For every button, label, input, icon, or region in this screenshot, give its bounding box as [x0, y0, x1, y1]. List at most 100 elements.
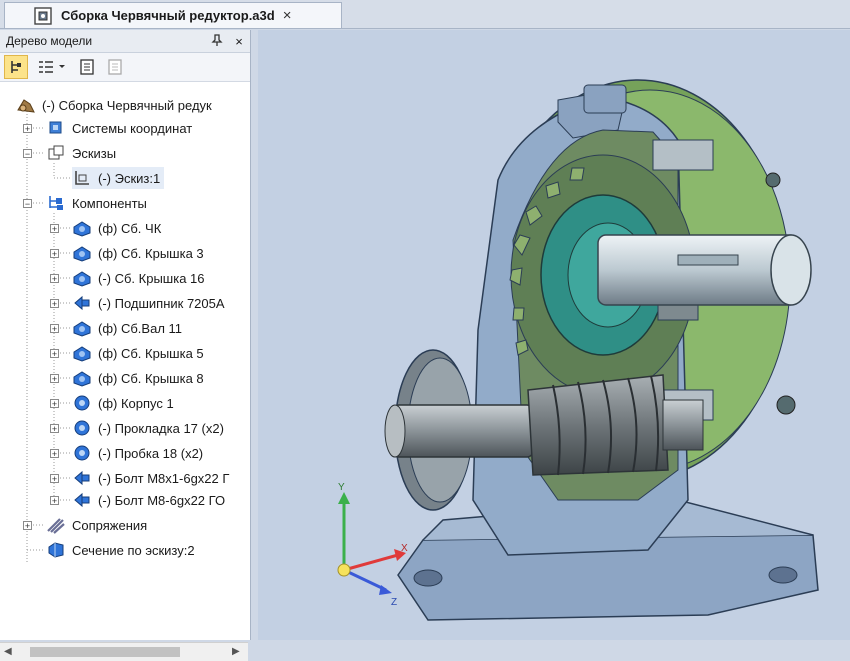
tree-item-label: (-) Подшипник 7205А — [98, 295, 225, 311]
3d-viewport[interactable]: Y X Z — [258, 30, 850, 640]
part-icon — [74, 445, 90, 461]
subassembly-icon — [73, 371, 91, 387]
list-view-icon — [39, 61, 65, 73]
properties-button[interactable] — [104, 55, 126, 79]
sketch-icon — [75, 171, 89, 185]
close-tab-icon[interactable]: × — [283, 7, 292, 24]
tree-item-component[interactable]: (-) Подшипник 7205А — [72, 292, 225, 314]
tree-item-label: (-) Сб. Крышка 16 — [98, 270, 205, 286]
expand-icon[interactable]: + — [50, 249, 59, 259]
scroll-right-icon[interactable]: ▶ — [232, 646, 240, 657]
model-tree: (-) Сборка Червячный редук + Системы коо… — [0, 90, 248, 610]
expand-icon[interactable]: + — [50, 324, 59, 334]
tree-item-component[interactable]: (ф) Сб. Крышка 8 — [72, 367, 204, 389]
tree-item-coordinate-systems[interactable]: Системы координат — [46, 117, 192, 139]
expand-icon[interactable]: + — [50, 374, 59, 384]
tree-item-component[interactable]: (-) Болт М8-6gx22 ГО — [72, 489, 225, 511]
subassembly-icon — [73, 271, 91, 287]
expand-icon[interactable]: + — [23, 521, 32, 531]
scroll-left-icon[interactable]: ◀ — [4, 646, 12, 657]
tree-item-label: Компоненты — [72, 195, 147, 211]
collapse-icon[interactable]: − — [23, 149, 32, 159]
horizontal-scrollbar[interactable]: ◀ ▶ — [0, 642, 248, 661]
tree-item-label: (-) Пробка 18 (x2) — [98, 445, 204, 461]
expand-icon[interactable]: + — [50, 449, 59, 459]
tree-item-label: Эскизы — [72, 145, 117, 161]
tree-item-label: (-) Эскиз:1 — [98, 170, 161, 186]
triad-x-label: X — [401, 543, 408, 554]
tree-structure-button[interactable] — [4, 55, 28, 79]
tree-item-component[interactable]: (ф) Сб. Крышка 3 — [72, 242, 204, 264]
expand-icon[interactable]: + — [50, 474, 59, 484]
tree-item-sketch-1[interactable]: (-) Эскиз:1 — [72, 167, 165, 189]
triad-z-label: Z — [391, 597, 397, 608]
tree-item-label: Системы координат — [72, 120, 193, 136]
expand-icon[interactable]: + — [50, 496, 59, 506]
tree-item-label: (ф) Сб. ЧК — [98, 220, 162, 236]
worm-gearbox-model: Y X Z — [337, 79, 819, 621]
document-tab[interactable]: Сборка Червячный редуктор.a3d × — [4, 2, 342, 28]
coordinate-systems-icon — [49, 121, 62, 134]
tree-item-label: (-) Прокладка 17 (x2) — [98, 420, 224, 436]
expand-icon[interactable]: + — [50, 349, 59, 359]
tree-item-component[interactable]: (ф) Сб. Крышка 5 — [72, 342, 204, 364]
subassembly-icon — [73, 221, 91, 237]
expand-icon[interactable]: + — [50, 224, 59, 234]
standard-part-icon — [74, 295, 90, 311]
tree-item-label: (ф) Сб. Крышка 3 — [98, 245, 204, 261]
tree-item-label: (-) Болт М8x1-6gx22 Г — [98, 470, 230, 486]
coordinate-triad: Y X Z — [337, 482, 408, 608]
assembly-document-icon — [34, 6, 52, 25]
tree-item-label: Сечение по эскизу:2 — [72, 542, 195, 558]
expand-icon[interactable]: + — [50, 399, 59, 409]
tree-item-component[interactable]: (-) Прокладка 17 (x2) — [72, 417, 224, 439]
expand-icon[interactable]: + — [50, 274, 59, 284]
close-panel-icon[interactable]: × — [228, 34, 250, 49]
tree-item-component[interactable]: (ф) Сб.Вал 11 — [72, 317, 182, 339]
part-icon — [74, 420, 90, 436]
tree-item-label: Сопряжения — [72, 517, 148, 533]
save-tree-button[interactable] — [76, 55, 98, 79]
section-icon — [48, 542, 64, 558]
tree-item-label: (ф) Сб. Крышка 5 — [98, 345, 204, 361]
tree-item-component[interactable]: (-) Болт М8x1-6gx22 Г — [72, 467, 229, 489]
subassembly-icon — [73, 346, 91, 362]
disabled-document-icon — [108, 59, 122, 75]
tree-item-label: (ф) Корпус 1 — [98, 395, 174, 411]
triad-y-label: Y — [338, 482, 345, 493]
document-tab-bar: Сборка Червячный редуктор.a3d × — [0, 0, 850, 29]
tree-item-label: (ф) Сб. Крышка 8 — [98, 370, 204, 386]
panel-header: Дерево модели × — [0, 30, 250, 53]
standard-part-icon — [74, 492, 90, 508]
expand-icon[interactable]: + — [50, 299, 59, 309]
tree-item-component[interactable]: (ф) Корпус 1 — [72, 392, 174, 414]
tree-item-root-assembly[interactable]: (-) Сборка Червячный редук — [16, 94, 212, 116]
sketches-icon — [48, 145, 64, 160]
part-icon — [74, 395, 90, 411]
tree-item-component[interactable]: (-) Пробка 18 (x2) — [72, 442, 203, 464]
panel-title: Дерево модели — [6, 34, 93, 48]
tree-item-section[interactable]: Сечение по эскизу:2 — [46, 539, 195, 561]
expand-icon[interactable]: + — [23, 124, 32, 134]
tree-item-mates[interactable]: Сопряжения — [46, 514, 147, 536]
display-mode-dropdown[interactable] — [34, 55, 70, 79]
tree-item-label: (-) Болт М8-6gx22 ГО — [98, 492, 226, 508]
tree-toolbar — [0, 53, 250, 82]
standard-part-icon — [74, 470, 90, 486]
scrollbar-thumb[interactable] — [30, 647, 180, 657]
mates-icon — [47, 518, 65, 534]
subassembly-icon — [73, 321, 91, 337]
tree-item-component[interactable]: (ф) Сб. ЧК — [72, 217, 161, 239]
tree-item-component[interactable]: (-) Сб. Крышка 16 — [72, 267, 205, 289]
tree-structure-icon — [11, 61, 21, 73]
tree-item-label: (ф) Сб.Вал 11 — [98, 320, 183, 336]
collapse-icon[interactable]: − — [23, 199, 32, 209]
document-title: Сборка Червячный редуктор.a3d — [61, 8, 275, 23]
expand-icon[interactable]: + — [50, 424, 59, 434]
document-icon — [80, 59, 94, 75]
model-tree-panel: Дерево модели × (-) Сборка Червячный ред… — [0, 30, 251, 661]
tree-item-sketches[interactable]: Эскизы — [46, 142, 116, 164]
pin-icon[interactable] — [206, 33, 228, 49]
output-shaft — [597, 234, 812, 306]
tree-item-components[interactable]: Компоненты — [46, 192, 147, 214]
